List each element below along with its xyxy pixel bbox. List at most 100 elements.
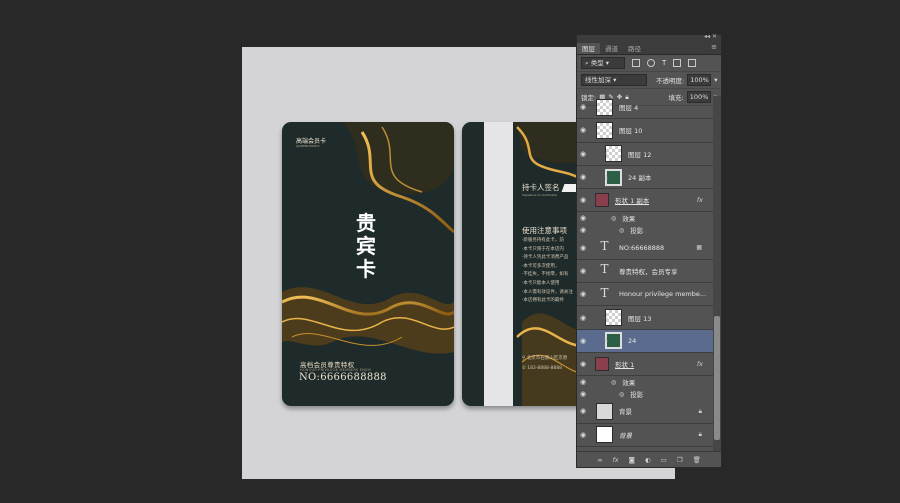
visibility-eye-icon[interactable]: ◉	[577, 226, 589, 234]
opacity-input[interactable]: 100%	[687, 74, 712, 86]
rule-item: ·本店拥有此卡的最终	[522, 298, 564, 304]
tab-channels[interactable]: 通道	[600, 43, 623, 54]
filter-adjustment-icon[interactable]	[647, 59, 655, 67]
visibility-eye-icon[interactable]: ◉	[577, 267, 589, 275]
effect-eye-icon[interactable]: ◎	[611, 215, 616, 222]
filter-shape-icon[interactable]	[673, 59, 682, 67]
address: ⚲ 北京市石景山区京原	[522, 355, 567, 361]
rule-item: ·本卡只限于在本店内	[522, 246, 564, 252]
visibility-eye-icon[interactable]: ◉	[577, 244, 589, 252]
effect-eye-icon[interactable]: ◎	[611, 379, 616, 386]
effect-eye-icon[interactable]: ◎	[619, 227, 624, 234]
new-layer-icon[interactable]: ❐	[677, 456, 683, 464]
layer-row[interactable]: ◉ T 尊贵特权，会员专享	[577, 260, 713, 284]
adjustment-icon[interactable]: ◐	[645, 456, 651, 464]
layer-row[interactable]: ◉ 形状 1 fx	[577, 353, 713, 377]
visibility-eye-icon[interactable]: ◉	[577, 390, 589, 398]
rule-item: ·持卡人凭此卡消费产品	[522, 255, 569, 261]
layer-thumbnail	[595, 193, 609, 208]
panel-footer: ∞ fx ◙ ◐ ▭ ❐ 🗑︎	[577, 451, 721, 467]
layer-thumbnail	[596, 426, 613, 444]
fx-badge-icon[interactable]: fx	[697, 360, 703, 368]
clipping-arrow-icon: ↓	[604, 150, 610, 158]
blend-mode-select[interactable]: 线性加深 ▾	[581, 74, 647, 86]
layers-list: ◉ 图层 4 ◉ 图层 10 ◉ ↓ 图层 12 ◉ ↓ 24 副本 ◉ 形状 1 副本 fx ◉ ◎ 效果 ◉…	[577, 96, 713, 452]
layer-name: Honour privilege membe...	[619, 290, 707, 299]
layer-row[interactable]: ◉ 背景 🔒︎	[577, 424, 713, 447]
layer-effect-row[interactable]: ◉ ◎ 效果	[577, 212, 713, 224]
layer-row[interactable]: ◉ T NO:66668888 ▦	[577, 236, 713, 260]
visibility-eye-icon[interactable]: ◉	[577, 150, 589, 158]
scrollbar-thumb[interactable]	[714, 316, 720, 440]
layer-thumbnail	[596, 98, 613, 116]
visibility-eye-icon[interactable]: ◉	[577, 173, 589, 181]
visibility-eye-icon[interactable]: ◉	[577, 431, 589, 439]
layer-thumbnail	[596, 121, 613, 139]
layer-row[interactable]: ◉ 图层 10	[577, 119, 713, 143]
trash-icon[interactable]: 🗑︎	[693, 456, 701, 464]
rule-item: ·本人需有效证件，请关注	[522, 289, 573, 295]
tab-layers[interactable]: 图层	[577, 43, 600, 54]
visibility-eye-icon[interactable]: ◉	[577, 337, 589, 345]
layer-thumbnail: T	[600, 239, 609, 254]
mask-icon[interactable]: ◙	[629, 456, 635, 464]
visibility-eye-icon[interactable]: ◉	[577, 103, 589, 111]
blend-row: 线性加深 ▾ 不透明度: 100% ▾	[577, 72, 721, 89]
rule-item: ·不挂失，不找零，如有	[522, 272, 569, 278]
link-icon[interactable]: ∞	[597, 456, 602, 464]
layer-row[interactable]: ◉ ↓ 24 副本	[577, 166, 713, 190]
clipping-arrow-icon: ↓	[604, 337, 610, 345]
clipping-arrow-icon: ↓	[604, 314, 610, 322]
folder-icon[interactable]: ▭	[661, 456, 667, 464]
visibility-eye-icon[interactable]: ◉	[577, 378, 589, 386]
opacity-dropdown-icon[interactable]: ▾	[714, 76, 717, 84]
lock-icon: 🔒︎	[698, 406, 702, 415]
tab-paths[interactable]: 路径	[623, 43, 646, 54]
layers-scrollbar[interactable]	[713, 96, 721, 452]
visibility-eye-icon[interactable]: ◉	[577, 126, 589, 134]
fx-icon[interactable]: fx	[613, 456, 619, 464]
visibility-eye-icon[interactable]: ◉	[577, 314, 589, 322]
filter-text-icon[interactable]: T	[662, 59, 666, 67]
layer-name: 图层 4	[619, 104, 639, 113]
fx-badge-icon[interactable]: fx	[697, 196, 703, 204]
layer-thumbnail: T	[600, 262, 609, 277]
panel-menu-icon[interactable]: ≡	[711, 43, 721, 54]
kind-filter-select[interactable]: ⌕ 类型 ▾	[581, 57, 625, 69]
layer-name: NO:66668888	[619, 243, 665, 252]
visibility-eye-icon[interactable]: ◉	[577, 196, 589, 204]
layer-name: 形状 1 副本	[615, 197, 650, 206]
layer-effect-row[interactable]: ◉ ◎ 投影	[577, 388, 713, 400]
card-number: NO:6666688888	[299, 372, 387, 383]
layer-thumbnail: T	[600, 285, 609, 300]
layer-name: 图层 10	[619, 127, 643, 136]
phone-text: 183-8888-8888	[527, 366, 562, 371]
layer-row[interactable]: ◉ T Honour privilege membe...	[577, 283, 713, 307]
layer-row[interactable]: ◉ ↓ 24	[577, 329, 713, 353]
visibility-eye-icon[interactable]: ◉	[577, 360, 589, 368]
layer-row[interactable]: ◉ 形状 1 副本 fx	[577, 189, 713, 213]
text-warp-icon: ▦	[696, 244, 702, 252]
layer-effect-row[interactable]: ◉ ◎ 投影	[577, 224, 713, 236]
visibility-eye-icon[interactable]: ◉	[577, 290, 589, 298]
opacity-label: 不透明度:	[656, 77, 685, 85]
rule-item: ·新服务持有此卡，前	[522, 238, 564, 243]
layer-name: 尊贵特权，会员专享	[619, 267, 678, 276]
visibility-eye-icon[interactable]: ◉	[577, 214, 589, 222]
rule-item: ·本卡只能本人使用	[522, 280, 560, 286]
layer-row[interactable]: ◉ ↓ 图层 12	[577, 143, 713, 166]
phone: ✆ 183-8888-8888	[522, 366, 562, 371]
front-card: 高端会员卡 @SHENGTAIHUI 贵宾卡 高档会员尊贵特权 HONOUR P…	[282, 122, 454, 406]
layer-row[interactable]: ◉ 图层 4	[577, 96, 713, 120]
filter-smart-icon[interactable]	[688, 59, 697, 67]
effect-eye-icon[interactable]: ◎	[619, 391, 624, 398]
card-brand-sub: @SHENGTAIHUI	[296, 144, 320, 148]
layer-row[interactable]: ◉ ↓ 图层 13	[577, 306, 713, 330]
notice-title: 使用注意事项	[522, 226, 567, 235]
collapse-icon[interactable]: ◂◂ ✕	[704, 33, 717, 40]
visibility-eye-icon[interactable]: ◉	[577, 407, 589, 415]
layer-name: 效果	[622, 379, 636, 388]
layer-effect-row[interactable]: ◉ ◎ 效果	[577, 376, 713, 388]
filter-pixel-icon[interactable]	[632, 59, 640, 67]
layer-row[interactable]: ◉ 背景 🔒︎	[577, 400, 713, 424]
